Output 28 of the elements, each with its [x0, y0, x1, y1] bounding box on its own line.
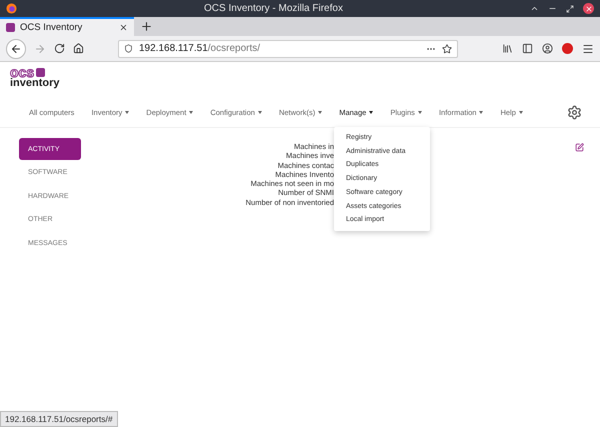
maximize-icon[interactable]	[566, 4, 574, 12]
favicon-icon	[6, 23, 15, 32]
bookmark-star-icon[interactable]	[442, 44, 452, 54]
library-icon[interactable]	[502, 43, 513, 54]
edit-icon[interactable]	[575, 143, 584, 152]
status-url: 192.168.117.51/ocsreports/#	[0, 411, 118, 427]
home-icon[interactable]	[73, 43, 84, 54]
adblock-icon[interactable]	[562, 43, 573, 54]
back-button[interactable]	[6, 38, 26, 58]
logo-text: inventory	[10, 78, 61, 89]
close-tab-icon[interactable]	[119, 23, 128, 32]
shield-icon	[124, 44, 133, 53]
address-field[interactable]: 192.168.117.51/ocsreports/	[118, 40, 458, 58]
keep-above-icon[interactable]	[530, 4, 539, 13]
reload-icon[interactable]	[54, 43, 65, 54]
close-icon	[584, 4, 592, 12]
browser-tab[interactable]: OCS Inventory	[0, 17, 134, 36]
account-icon[interactable]	[542, 43, 553, 54]
sidebar-icon[interactable]	[522, 43, 533, 54]
new-tab-icon[interactable]	[140, 20, 153, 33]
settings-icon[interactable]	[567, 104, 582, 120]
window-title: OCS Inventory - Mozilla Firefox	[203, 3, 344, 14]
logo-icon	[36, 68, 46, 77]
close-button[interactable]	[583, 3, 594, 14]
back-icon	[10, 42, 22, 54]
firefox-icon	[6, 3, 17, 14]
logo-text: ocs	[10, 67, 34, 78]
menu-icon[interactable]	[582, 42, 594, 54]
